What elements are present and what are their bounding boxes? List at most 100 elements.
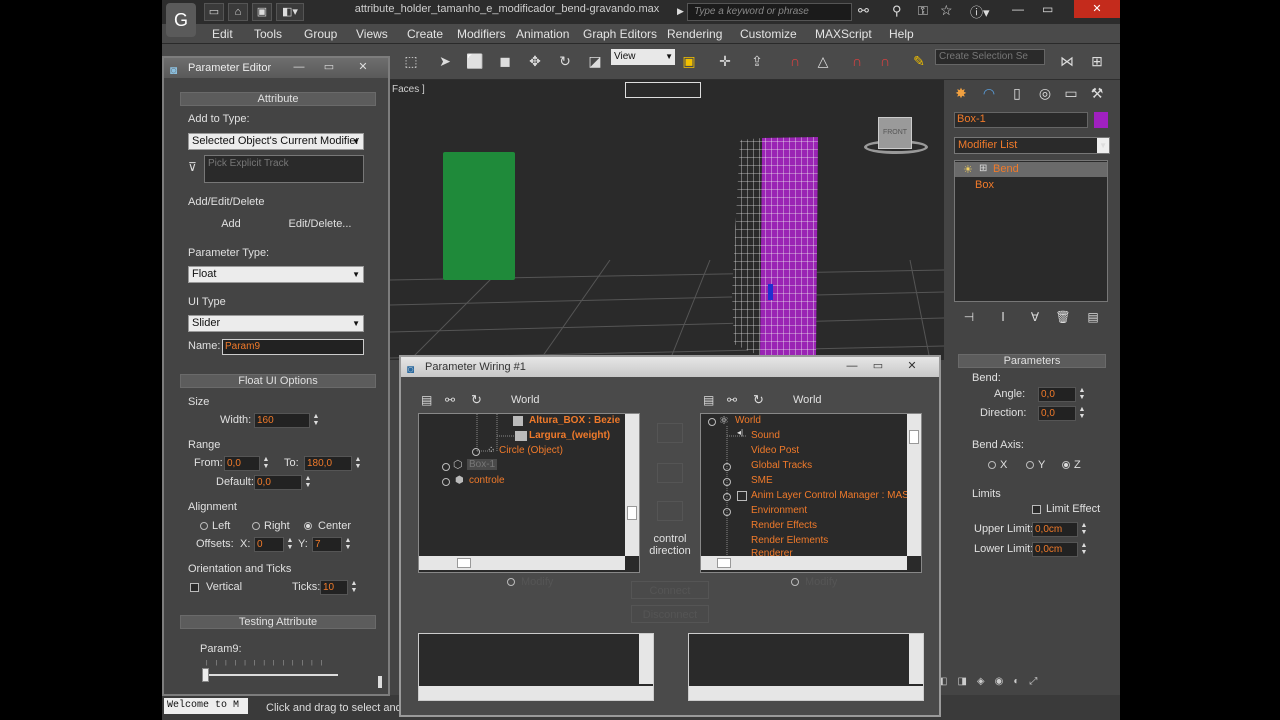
align-left-radio[interactable] bbox=[200, 522, 208, 530]
tree-item-render-effects[interactable]: Render Effects bbox=[751, 520, 817, 531]
direction-spinner-arrows[interactable]: ▲ ▼ bbox=[1078, 406, 1086, 421]
search-input[interactable]: Type a keyword or phrase bbox=[687, 3, 852, 21]
tree-item-altura[interactable]: Altura_BOX : Bezie bbox=[529, 415, 620, 426]
lower-limit-spinner[interactable]: 0,0cm bbox=[1032, 542, 1078, 557]
width-spinner-arrows[interactable]: ▲ ▼ bbox=[312, 413, 320, 428]
tree-item-global-tracks[interactable]: Global Tracks bbox=[751, 460, 812, 471]
lower-limit-arrows[interactable]: ▲ ▼ bbox=[1080, 542, 1088, 557]
tree-item-circle[interactable]: Circle (Object) bbox=[499, 445, 563, 456]
width-spinner[interactable]: 160 bbox=[254, 413, 310, 428]
angle-snap-icon[interactable]: △ bbox=[812, 50, 834, 72]
angle-spinner[interactable]: 0,0 bbox=[1038, 387, 1076, 402]
select-rotate-icon[interactable]: ↻ bbox=[554, 50, 576, 72]
menu-group[interactable]: Group bbox=[304, 27, 337, 41]
tree-expand-circle[interactable] bbox=[472, 448, 480, 456]
left-modify-radio[interactable] bbox=[507, 578, 515, 586]
refresh-icon[interactable]: ↻ bbox=[753, 392, 764, 408]
make-unique-icon[interactable]: ∀ bbox=[1024, 306, 1046, 328]
favorites-star-icon[interactable]: ☆ bbox=[940, 2, 953, 19]
left-tree-vscroll[interactable] bbox=[625, 414, 639, 556]
to-spinner[interactable]: 180,0 bbox=[304, 456, 352, 471]
display-tab-icon[interactable]: ▭ bbox=[1060, 82, 1082, 104]
right-track-tree[interactable]: ⚛ World ◂| Sound Video Post Global Track… bbox=[700, 413, 922, 573]
hierarchy-tab-icon[interactable]: ▯ bbox=[1006, 82, 1028, 104]
modify-tab-icon[interactable]: ◠ bbox=[978, 82, 1000, 104]
tree-item-anim-layer[interactable]: Anim Layer Control Manager : MAS bbox=[751, 490, 907, 501]
parameter-editor-titlebar[interactable]: ◙ Parameter Editor — ▭ ✕ bbox=[164, 58, 388, 78]
right-expr-vscroll[interactable] bbox=[909, 634, 923, 684]
select-object-icon[interactable]: ⬚ bbox=[400, 50, 422, 72]
tree-expand-circle[interactable] bbox=[708, 418, 716, 426]
tree-item-renderer[interactable]: Renderer bbox=[751, 548, 793, 556]
snap-move-icon[interactable]: ✛ bbox=[714, 50, 736, 72]
open-file-icon[interactable]: ⌂ bbox=[228, 3, 248, 21]
find-folder-icon[interactable]: ▤ bbox=[703, 393, 714, 407]
close-button[interactable]: ✕ bbox=[899, 359, 925, 374]
axis-x-radio[interactable] bbox=[988, 461, 996, 469]
spinner-snap-icon[interactable]: ∩ bbox=[874, 50, 896, 72]
testing-attribute-header[interactable]: Testing Attribute bbox=[180, 615, 376, 629]
parameter-type-dropdown[interactable]: Float ▼ bbox=[188, 266, 364, 283]
axis-z-radio[interactable] bbox=[1062, 461, 1070, 469]
reference-coordinate-dropdown[interactable]: View ▼ bbox=[611, 49, 675, 65]
select-cursor-icon[interactable]: ➤ bbox=[434, 50, 456, 72]
direction-spinner[interactable]: 0,0 bbox=[1038, 406, 1076, 421]
tree-item-world[interactable]: World bbox=[735, 415, 761, 426]
left-tree-hscroll[interactable] bbox=[419, 556, 625, 570]
to-spinner-arrows[interactable]: ▲ ▼ bbox=[354, 456, 362, 471]
edit-delete-button[interactable]: Edit/Delete... bbox=[276, 214, 364, 232]
left-expr-vscroll[interactable] bbox=[639, 634, 653, 684]
param9-slider-track[interactable] bbox=[206, 674, 338, 676]
tree-expand-circle[interactable] bbox=[723, 478, 731, 486]
tree-expand-circle[interactable] bbox=[442, 463, 450, 471]
tree-expand-circle[interactable] bbox=[442, 478, 450, 486]
menu-help[interactable]: Help bbox=[889, 27, 914, 41]
upper-limit-arrows[interactable]: ▲ ▼ bbox=[1080, 522, 1088, 537]
pivot-center-icon[interactable]: ▣ bbox=[678, 50, 700, 72]
select-scale-icon[interactable]: ◪ bbox=[584, 50, 606, 72]
modifier-stack[interactable]: ☀ ⊞ Bend Box bbox=[954, 160, 1108, 302]
arrow-left-button[interactable] bbox=[657, 501, 683, 521]
perspective-viewport[interactable]: Faces ] FRONT bbox=[390, 80, 944, 360]
expand-icon[interactable]: ⊞ bbox=[979, 163, 987, 174]
float-ui-options-header[interactable]: Float UI Options bbox=[180, 374, 376, 388]
right-modify-radio[interactable] bbox=[791, 578, 799, 586]
object-name-field[interactable]: Box-1 bbox=[954, 112, 1088, 128]
menu-views[interactable]: Views bbox=[356, 27, 388, 41]
angle-spinner-arrows[interactable]: ▲ ▼ bbox=[1078, 387, 1086, 402]
connect-icon[interactable]: ⚲ bbox=[892, 3, 902, 19]
save-file-icon[interactable]: ▣ bbox=[252, 3, 272, 21]
right-expression-box[interactable] bbox=[688, 633, 924, 701]
arrow-right-button[interactable] bbox=[657, 423, 683, 443]
default-spinner-arrows[interactable]: ▲ ▼ bbox=[304, 475, 312, 490]
minimize-button[interactable]: — bbox=[839, 359, 865, 374]
parameters-rollout-header[interactable]: Parameters bbox=[958, 354, 1106, 368]
refresh-icon[interactable]: ↻ bbox=[471, 392, 482, 408]
minimize-app-button[interactable]: — bbox=[1012, 2, 1024, 16]
lightbulb-icon[interactable]: ☀ bbox=[963, 163, 973, 176]
tree-item-controle[interactable]: controle bbox=[469, 475, 505, 486]
align-center-radio[interactable] bbox=[304, 522, 312, 530]
viewport-label[interactable]: Faces ] bbox=[392, 84, 425, 95]
modifier-list-dropdown[interactable]: Modifier List ▼ bbox=[954, 137, 1110, 154]
right-tree-vscroll[interactable] bbox=[907, 414, 921, 556]
offset-x-spinner[interactable]: 0 bbox=[254, 537, 284, 552]
green-box-object[interactable] bbox=[443, 152, 515, 280]
snaps-toggle-icon[interactable]: ∩ bbox=[784, 50, 806, 72]
menu-customize[interactable]: Customize bbox=[740, 27, 797, 41]
left-expression-box[interactable] bbox=[418, 633, 654, 701]
disconnect-button[interactable]: Disconnect bbox=[631, 605, 709, 623]
motion-tab-icon[interactable]: ◎ bbox=[1034, 82, 1056, 104]
tree-item-box-1[interactable]: Box-1 bbox=[467, 459, 498, 470]
object-color-swatch[interactable] bbox=[1094, 112, 1108, 128]
percent-snap-icon[interactable]: ∩ bbox=[846, 50, 868, 72]
bent-box-object[interactable] bbox=[730, 134, 820, 356]
tree-expand-circle[interactable] bbox=[723, 508, 731, 516]
tree-item-sme[interactable]: SME bbox=[751, 475, 773, 486]
binoculars-icon[interactable]: ⚯ bbox=[727, 393, 737, 407]
pick-explicit-track-field[interactable]: Pick Explicit Track bbox=[204, 155, 364, 183]
mirror-icon[interactable]: ⋈ bbox=[1056, 50, 1078, 72]
ticks-spinner[interactable]: 10 bbox=[320, 580, 348, 595]
vertical-checkbox[interactable] bbox=[190, 583, 199, 592]
parameter-wiring-titlebar[interactable]: ◙ Parameter Wiring #1 — ▭ ✕ bbox=[401, 357, 939, 377]
